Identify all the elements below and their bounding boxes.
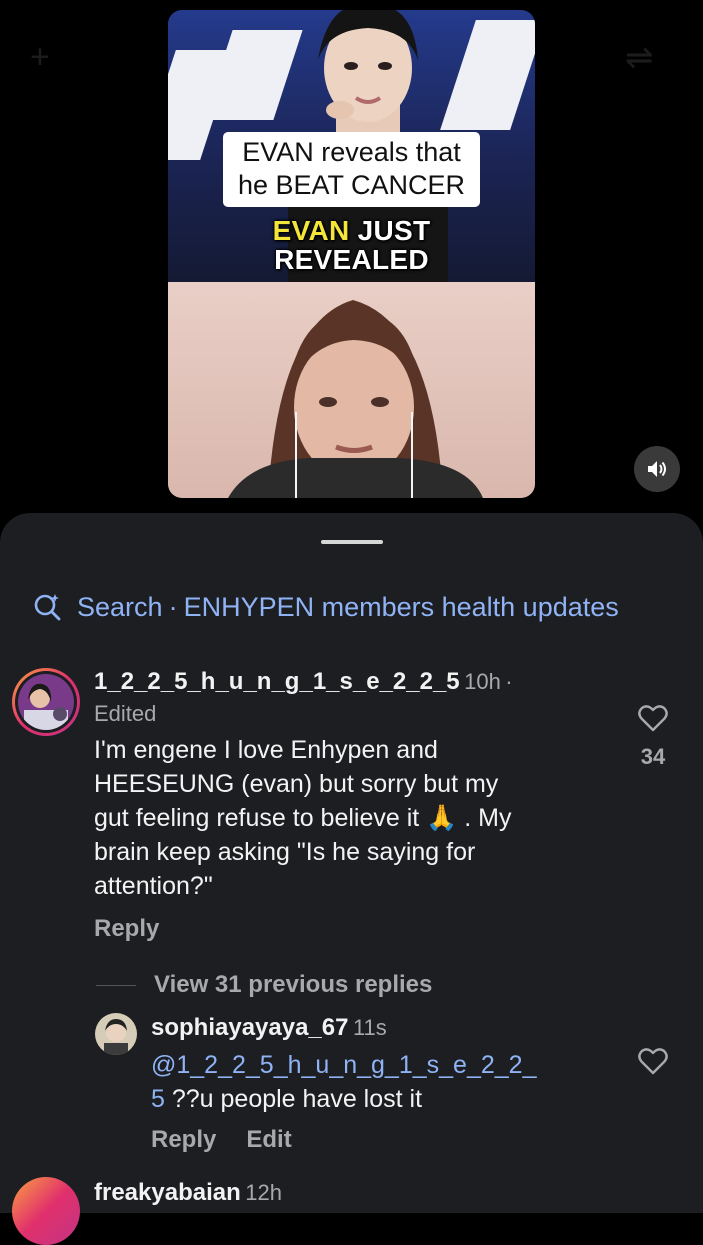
comments-sheet[interactable]: Search · ENHYPEN members health updates … bbox=[0, 513, 703, 1245]
search-separator: · bbox=[168, 591, 178, 622]
heart-icon[interactable] bbox=[638, 704, 668, 732]
video-headline: EVAN JUST REVEALED bbox=[168, 216, 535, 274]
comment-username[interactable]: freakyabaian bbox=[94, 1179, 241, 1206]
search-label: Search bbox=[77, 591, 163, 622]
comment-text: I'm engene I love Enhypen and HEESEUNG (… bbox=[94, 733, 614, 903]
header-filter-icon[interactable]: ⇌ bbox=[625, 38, 654, 78]
comment-line: HEESEUNG (evan) but sorry but my bbox=[94, 770, 499, 798]
comment-meta-separator: · bbox=[505, 669, 513, 694]
comment-line: I'm engene I love Enhypen and bbox=[94, 736, 438, 764]
edit-button[interactable]: Edit bbox=[246, 1126, 291, 1154]
view-replies-row[interactable]: View 31 previous replies bbox=[96, 971, 432, 999]
headline-highlight: EVAN bbox=[272, 215, 350, 246]
comment-time: 10h bbox=[464, 669, 501, 694]
reply-button[interactable]: Reply bbox=[94, 915, 614, 943]
comment-line-part: gut feeling refuse to believe it bbox=[94, 804, 420, 832]
avatar[interactable] bbox=[12, 668, 80, 736]
speaker-icon bbox=[648, 461, 666, 477]
comment-username[interactable]: 1_2_2_5_h_u_n_g_1_s_e_2_2_5 bbox=[94, 668, 460, 695]
header-plus-icon[interactable]: + bbox=[30, 38, 50, 77]
search-sparkle-icon bbox=[34, 594, 61, 621]
comment-line: gut feeling refuse to believe it 🙏 . My bbox=[94, 801, 614, 835]
video-caption-box: EVAN reveals that he BEAT CANCER bbox=[223, 132, 480, 207]
video-player[interactable]: EVAN reveals that he BEAT CANCER EVAN JU… bbox=[168, 10, 535, 498]
reply-time: 11s bbox=[352, 1015, 387, 1040]
video-person-image-2 bbox=[228, 300, 483, 498]
edited-label: Edited bbox=[94, 701, 157, 726]
headline-line-1: JUST bbox=[357, 215, 431, 246]
comment-line: brain keep asking "Is he saying for bbox=[94, 838, 476, 866]
comment-time: 12h bbox=[245, 1180, 282, 1205]
video-frame-bottom bbox=[168, 282, 535, 498]
search-suggestion[interactable]: Search · ENHYPEN members health updates bbox=[33, 589, 619, 625]
reply-text-rest: ??u people have lost it bbox=[164, 1085, 423, 1113]
headline-line-2: REVEALED bbox=[274, 244, 429, 275]
caption-line-1: EVAN reveals that bbox=[242, 137, 461, 167]
heart-icon[interactable] bbox=[638, 1047, 668, 1075]
view-replies-link[interactable]: View 31 previous replies bbox=[154, 971, 432, 999]
mention-link-end[interactable]: 5 bbox=[151, 1085, 165, 1113]
mention-link[interactable]: @1_2_2_5_h_u_n_g_1_s_e_2_2_ bbox=[151, 1048, 621, 1082]
caption-line-2: he BEAT CANCER bbox=[237, 170, 466, 200]
replies-divider bbox=[96, 984, 136, 986]
sheet-grabber-handle[interactable] bbox=[321, 540, 383, 544]
comment-line: attention?" bbox=[94, 872, 213, 900]
search-query: ENHYPEN members health updates bbox=[183, 591, 619, 622]
reply-button[interactable]: Reply bbox=[151, 1126, 216, 1154]
sound-toggle-button[interactable] bbox=[634, 446, 680, 492]
like-count: 34 bbox=[640, 744, 666, 769]
reply-username[interactable]: sophiayayaya_67 bbox=[151, 1014, 348, 1041]
comment-line-part: . My bbox=[464, 804, 512, 832]
avatar[interactable] bbox=[95, 1013, 137, 1055]
avatar[interactable] bbox=[12, 1177, 80, 1245]
pray-emoji: 🙏 bbox=[426, 804, 458, 832]
reply-text: @1_2_2_5_h_u_n_g_1_s_e_2_2_ 5 ??u people… bbox=[151, 1048, 621, 1116]
